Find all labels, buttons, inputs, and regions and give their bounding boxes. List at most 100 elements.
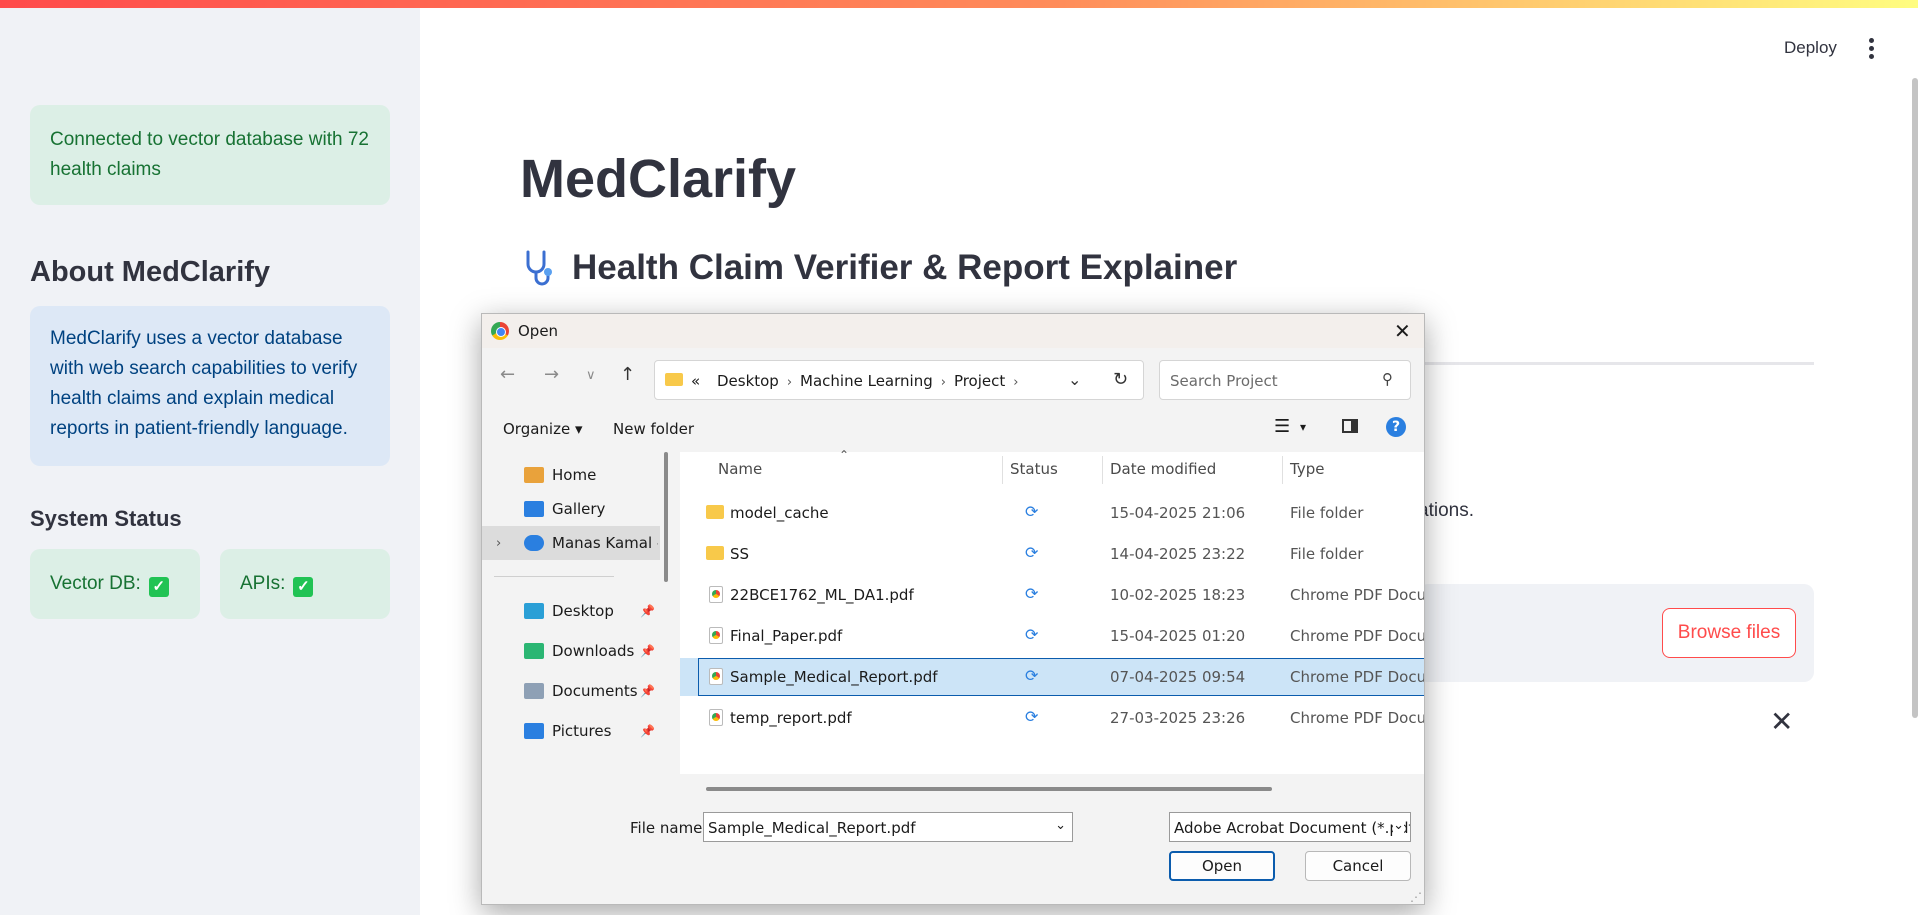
dialog-titlebar: Open ✕ <box>482 314 1424 348</box>
chevron-down-icon[interactable]: ⌄ <box>1393 818 1404 833</box>
file-name: temp_report.pdf <box>730 709 852 727</box>
nav-item-gallery[interactable]: Gallery <box>482 492 660 526</box>
pin-icon: 📌 <box>640 604 655 618</box>
browse-files-button[interactable]: Browse files <box>1662 608 1796 658</box>
nav-item-home[interactable]: Home <box>482 458 660 492</box>
about-text: MedClarify uses a vector database with w… <box>50 328 358 439</box>
breadcrumb-project[interactable]: Project <box>954 372 1005 390</box>
nav-pane-scrollbar[interactable] <box>664 452 668 582</box>
column-header-date[interactable]: Date modified <box>1110 460 1216 478</box>
file-row-model-cache[interactable]: model_cache ⟳ 15-04-2025 21:06 File fold… <box>680 494 1424 532</box>
forward-arrow-icon[interactable]: → <box>544 364 559 385</box>
cloud-icon <box>524 535 544 551</box>
apis-status: APIs: ✓ <box>220 549 390 619</box>
file-date: 14-04-2025 23:22 <box>1110 545 1246 563</box>
new-folder-button[interactable]: New folder <box>613 420 694 438</box>
gallery-icon <box>524 501 544 517</box>
column-header-row: ⌃ Name Status Date modified Type <box>680 448 1424 488</box>
file-date: 15-04-2025 01:20 <box>1110 627 1246 645</box>
file-name: Sample_Medical_Report.pdf <box>730 668 938 686</box>
file-row-sample-medical-report[interactable]: Sample_Medical_Report.pdf ⟳ 07-04-2025 0… <box>680 658 1424 696</box>
file-type-value: Adobe Acrobat Document (*.pdf) <box>1174 819 1411 837</box>
nav-item-downloads[interactable]: Downloads 📌 <box>482 634 660 668</box>
nav-item-onedrive[interactable]: › Manas Kamal - P <box>482 526 660 560</box>
pin-icon: 📌 <box>640 644 655 658</box>
sync-status-icon: ⟳ <box>1025 543 1039 562</box>
nav-item-desktop[interactable]: Desktop 📌 <box>482 594 660 628</box>
view-list-icon[interactable]: ☰ <box>1274 416 1290 437</box>
chevron-down-icon[interactable]: ⌄ <box>1055 818 1066 833</box>
sort-ascending-icon: ⌃ <box>839 448 850 462</box>
breadcrumb-desktop[interactable]: Desktop <box>717 372 779 390</box>
help-icon[interactable]: ? <box>1386 417 1406 437</box>
column-header-type[interactable]: Type <box>1290 460 1324 478</box>
nav-item-label: Desktop <box>552 602 614 620</box>
expand-chevron-icon[interactable]: › <box>496 536 501 551</box>
folder-icon <box>706 505 724 519</box>
open-button[interactable]: Open <box>1169 851 1275 881</box>
cancel-button[interactable]: Cancel <box>1305 851 1411 881</box>
recent-locations-icon[interactable]: ∨ <box>586 368 596 383</box>
nav-item-pictures[interactable]: Pictures 📌 <box>482 714 660 748</box>
file-row-final-paper[interactable]: Final_Paper.pdf ⟳ 15-04-2025 01:20 Chrom… <box>680 617 1424 655</box>
file-row-da1[interactable]: 22BCE1762_ML_DA1.pdf ⟳ 10-02-2025 18:23 … <box>680 576 1424 614</box>
back-arrow-icon[interactable]: ← <box>500 364 515 385</box>
view-dropdown-icon[interactable]: ▾ <box>1300 420 1306 434</box>
column-header-status[interactable]: Status <box>1010 460 1058 478</box>
about-info-box: MedClarify uses a vector database with w… <box>30 306 390 466</box>
file-list-hscrollbar[interactable] <box>706 787 1272 791</box>
sidebar: Connected to vector database with 72 hea… <box>0 8 420 915</box>
sync-status-icon: ⟳ <box>1025 666 1039 685</box>
page-scrollbar[interactable] <box>1912 78 1918 718</box>
file-name-input[interactable]: Sample_Medical_Report.pdf ⌄ <box>703 812 1073 842</box>
file-date: 15-04-2025 21:06 <box>1110 504 1246 522</box>
vector-db-label: Vector DB: <box>50 573 141 594</box>
organize-menu[interactable]: Organize ▾ <box>503 420 583 438</box>
dialog-toolbar: Organize ▾ New folder ☰ ▾ ? <box>482 406 1424 450</box>
file-date: 10-02-2025 18:23 <box>1110 586 1246 604</box>
sync-status-icon: ⟳ <box>1025 707 1039 726</box>
nav-item-documents[interactable]: Documents 📌 <box>482 674 660 708</box>
top-accent-bar <box>0 0 1918 8</box>
folder-icon <box>665 373 683 386</box>
sync-status-icon: ⟳ <box>1025 625 1039 644</box>
chevron-right-icon: › <box>786 375 793 390</box>
chevron-down-icon[interactable]: ⌄ <box>1068 370 1081 389</box>
subtitle-text: Health Claim Verifier & Report Explainer <box>572 248 1238 287</box>
documents-icon <box>524 683 544 699</box>
file-type: File folder <box>1290 504 1364 522</box>
search-input[interactable]: Search Project ⚲ <box>1159 360 1411 400</box>
page-title: MedClarify <box>520 149 797 209</box>
stethoscope-icon <box>526 250 552 286</box>
preview-pane-icon[interactable] <box>1342 419 1358 433</box>
file-name: 22BCE1762_ML_DA1.pdf <box>730 586 914 604</box>
address-bar[interactable]: « Desktop › Machine Learning › Project › ⌄ ↻ <box>654 360 1144 400</box>
check-icon: ✓ <box>148 577 169 597</box>
column-header-name[interactable]: Name <box>718 460 762 478</box>
desktop-icon <box>524 603 544 619</box>
file-date: 27-03-2025 23:26 <box>1110 709 1246 727</box>
refresh-icon[interactable]: ↻ <box>1113 369 1128 390</box>
nav-item-label: Downloads <box>552 642 635 660</box>
sync-status-icon: ⟳ <box>1025 502 1039 521</box>
file-row-ss[interactable]: SS ⟳ 14-04-2025 23:22 File folder <box>680 535 1424 573</box>
up-arrow-icon[interactable]: ↑ <box>620 364 635 385</box>
navigation-pane: Home Gallery › Manas Kamal - P Desktop 📌… <box>482 452 660 798</box>
resize-grip-icon[interactable]: ⋰ <box>1410 890 1422 904</box>
tab-divider <box>1380 362 1814 365</box>
folder-icon <box>706 546 724 560</box>
main-menu-icon[interactable] <box>1866 36 1876 66</box>
chrome-pdf-icon <box>709 627 723 644</box>
breadcrumb-overflow[interactable]: « <box>691 372 700 390</box>
dialog-close-icon[interactable]: ✕ <box>1394 319 1411 343</box>
about-heading: About MedClarify <box>30 256 271 288</box>
file-type-select[interactable]: Adobe Acrobat Document (*.pdf) ⌄ <box>1169 812 1411 842</box>
chrome-pdf-icon <box>709 668 723 685</box>
close-icon[interactable]: ✕ <box>1770 708 1793 736</box>
file-name: Final_Paper.pdf <box>730 627 843 645</box>
nav-item-label: Home <box>552 466 597 484</box>
file-row-temp-report[interactable]: temp_report.pdf ⟳ 27-03-2025 23:26 Chrom… <box>680 699 1424 737</box>
deploy-button[interactable]: Deploy <box>1784 38 1837 58</box>
breadcrumb-machine-learning[interactable]: Machine Learning <box>800 372 933 390</box>
file-type: Chrome PDF Docu <box>1290 586 1425 604</box>
